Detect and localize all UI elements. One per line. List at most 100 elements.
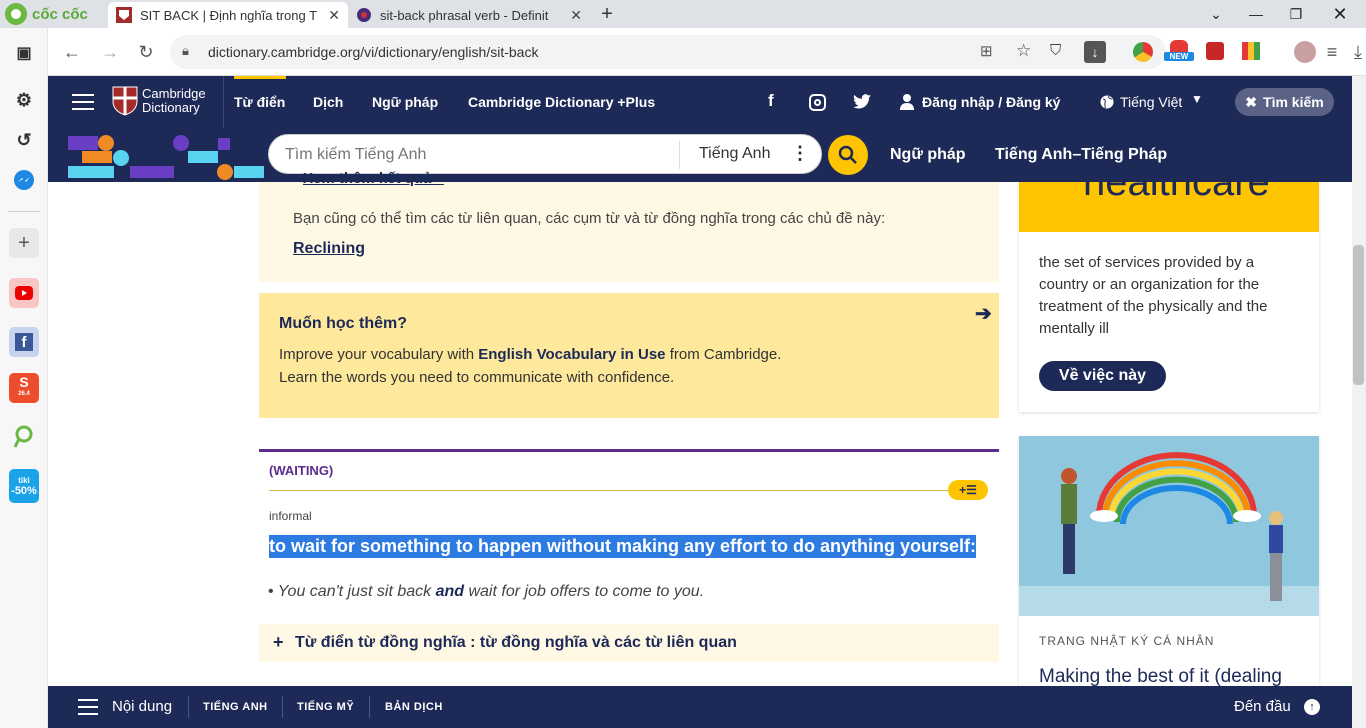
tab-title: sit-back phrasal verb - Definit: [380, 7, 549, 23]
definition: to wait for something to happen without …: [269, 535, 976, 558]
scrollbar[interactable]: [1352, 76, 1366, 728]
panel-icon[interactable]: ▣: [9, 38, 39, 68]
cambridge-favicon-icon: [116, 7, 132, 23]
add-to-list-icon[interactable]: +☰: [948, 480, 988, 500]
oxford-favicon-icon: [357, 8, 371, 22]
thesaurus-expander[interactable]: + Từ điển từ đồng nghĩa : từ đồng nghĩa …: [259, 624, 999, 662]
minimize-icon[interactable]: —: [1236, 2, 1276, 26]
active-indicator: [234, 76, 286, 79]
divider: [8, 211, 40, 212]
extension-new-icon[interactable]: NEW: [1164, 40, 1194, 66]
instagram-icon[interactable]: [809, 94, 826, 111]
tab-strip: cốc cốc SIT BACK | Định nghĩa trong T ✕ …: [0, 0, 1366, 28]
chevron-down-icon[interactable]: ▼: [1191, 92, 1203, 106]
contents-menu[interactable]: Nội dung: [112, 698, 172, 715]
divider: [188, 696, 189, 718]
new-badge: NEW: [1164, 52, 1194, 61]
address-bar[interactable]: 🔒︎ dictionary.cambridge.org/vi/dictionar…: [170, 35, 1166, 69]
arrow-up-icon[interactable]: ↑: [1304, 699, 1320, 715]
nav-link-translate[interactable]: Dịch: [313, 94, 343, 110]
tiki-icon[interactable]: tiki -50%: [9, 469, 39, 503]
back-to-top-link[interactable]: Đến đầu: [1234, 698, 1291, 715]
hamburger-icon[interactable]: [72, 92, 94, 110]
about-this-button[interactable]: Về việc này: [1039, 361, 1166, 391]
extension-chrome-icon[interactable]: [1133, 42, 1153, 62]
login-link[interactable]: Đăng nhập / Đăng ký: [922, 94, 1060, 110]
add-app-icon[interactable]: +: [9, 228, 39, 258]
tab-title: SIT BACK | Định nghĩa trong T: [140, 7, 318, 23]
hamburger-icon[interactable]: [78, 699, 98, 715]
arrow-right-icon[interactable]: ➔: [975, 301, 992, 326]
avatar[interactable]: [1294, 41, 1316, 63]
related-topics-box: Xem thêm kết quả » Bạn cũng có thể tìm c…: [259, 170, 999, 282]
example-text: wait for job offers to come to you.: [464, 583, 705, 600]
nav-link-grammar[interactable]: Ngữ pháp: [372, 94, 438, 110]
maximize-icon[interactable]: ❐: [1276, 2, 1316, 26]
settings-icon[interactable]: ⚙: [9, 85, 39, 115]
language-selector[interactable]: Tiếng Việt: [1120, 94, 1182, 110]
extension-color-icon[interactable]: [1242, 42, 1260, 60]
reload-icon[interactable]: ↻: [134, 40, 158, 64]
cambridge-logo[interactable]: Cambridge Dictionary: [112, 86, 206, 116]
nav-link-dictionary[interactable]: Từ điển: [234, 94, 285, 110]
learn-text: from Cambridge.: [665, 346, 782, 363]
bottom-link-translation[interactable]: BẢN DỊCH: [385, 701, 443, 713]
close-tab-icon[interactable]: ✕: [328, 7, 340, 24]
close-search-button[interactable]: ✖ Tìm kiếm: [1235, 88, 1334, 116]
search-input[interactable]: [285, 143, 665, 167]
shopee-icon[interactable]: S 26.4: [9, 373, 39, 403]
see-more-link[interactable]: Xem thêm kết quả »: [303, 170, 444, 187]
tab-sit-back[interactable]: SIT BACK | Định nghĩa trong T ✕: [108, 2, 348, 28]
shield-icon[interactable]: ⛉: [1050, 42, 1061, 59]
search-button[interactable]: [828, 135, 868, 175]
messenger-icon[interactable]: [9, 165, 39, 195]
twitter-icon[interactable]: [853, 94, 871, 109]
bottom-link-american[interactable]: TIẾNG MỸ: [297, 701, 354, 713]
youtube-icon[interactable]: [9, 278, 39, 308]
sense-label: (WAITING): [269, 463, 334, 478]
facebook-icon[interactable]: f: [9, 327, 39, 357]
decorative-pattern-icon: [68, 135, 264, 180]
blog-card[interactable]: TRANG NHẬT KÝ CÁ NHÂN Making the best of…: [1019, 436, 1319, 696]
url-text[interactable]: dictionary.cambridge.org/vi/dictionary/e…: [208, 44, 538, 60]
learn-more-box[interactable]: Muốn học thêm? ➔ Improve your vocabulary…: [259, 293, 999, 418]
back-icon[interactable]: ←: [60, 40, 84, 64]
extension-red-icon[interactable]: [1206, 42, 1224, 60]
cambridge-shield-icon: [112, 86, 138, 116]
sub-link-english-french[interactable]: Tiếng Anh–Tiếng Pháp: [995, 146, 1167, 164]
translate-icon[interactable]: ⊞: [980, 42, 993, 60]
learn-book[interactable]: English Vocabulary in Use: [478, 346, 665, 363]
close-tab-icon[interactable]: ✕: [570, 7, 582, 24]
coccoc-maps-icon[interactable]: [9, 421, 39, 451]
coccoc-logo[interactable]: cốc cốc: [4, 2, 104, 26]
register-label: informal: [269, 509, 312, 523]
tab-list-icon[interactable]: ⌄: [1196, 2, 1236, 26]
browser-toolbar: ← → ↻ 🔒︎ dictionary.cambridge.org/vi/dic…: [48, 28, 1366, 76]
nav-link-plus[interactable]: Cambridge Dictionary +Plus: [468, 94, 655, 110]
downloads-icon[interactable]: ⤓: [1346, 40, 1366, 64]
search-box: Tiếng Anh ⋮: [268, 134, 822, 174]
bookmark-star-icon[interactable]: ☆: [1016, 41, 1031, 61]
history-icon[interactable]: ↺: [9, 125, 39, 155]
search-language[interactable]: Tiếng Anh: [699, 145, 770, 163]
new-tab-icon[interactable]: +: [594, 3, 620, 25]
scrollbar-thumb[interactable]: [1353, 245, 1364, 385]
download-page-icon[interactable]: ↓: [1084, 41, 1106, 63]
divider: [223, 76, 224, 128]
facebook-icon[interactable]: f: [768, 91, 774, 111]
blog-title[interactable]: Making the best of it (dealing: [1039, 666, 1282, 688]
lock-icon[interactable]: 🔒︎: [182, 43, 189, 59]
learn-line2: Learn the words you need to communicate …: [279, 369, 675, 386]
bottom-link-english[interactable]: TIẾNG ANH: [203, 701, 268, 713]
menu-icon[interactable]: ≡: [1320, 40, 1344, 64]
sub-link-grammar[interactable]: Ngữ pháp: [890, 146, 966, 164]
word-title: healthcare: [1083, 182, 1270, 204]
learn-line1: Improve your vocabulary with English Voc…: [279, 346, 781, 363]
related-link[interactable]: Reclining: [293, 240, 365, 258]
close-window-icon[interactable]: ✕: [1320, 2, 1360, 26]
tab-sit-back-oxford[interactable]: sit-back phrasal verb - Definit ✕: [348, 2, 590, 28]
more-options-icon[interactable]: ⋮: [791, 143, 809, 164]
shopee-badge: 26.4: [18, 391, 30, 397]
close-icon: ✖: [1245, 93, 1258, 110]
forward-icon[interactable]: →: [98, 40, 122, 64]
